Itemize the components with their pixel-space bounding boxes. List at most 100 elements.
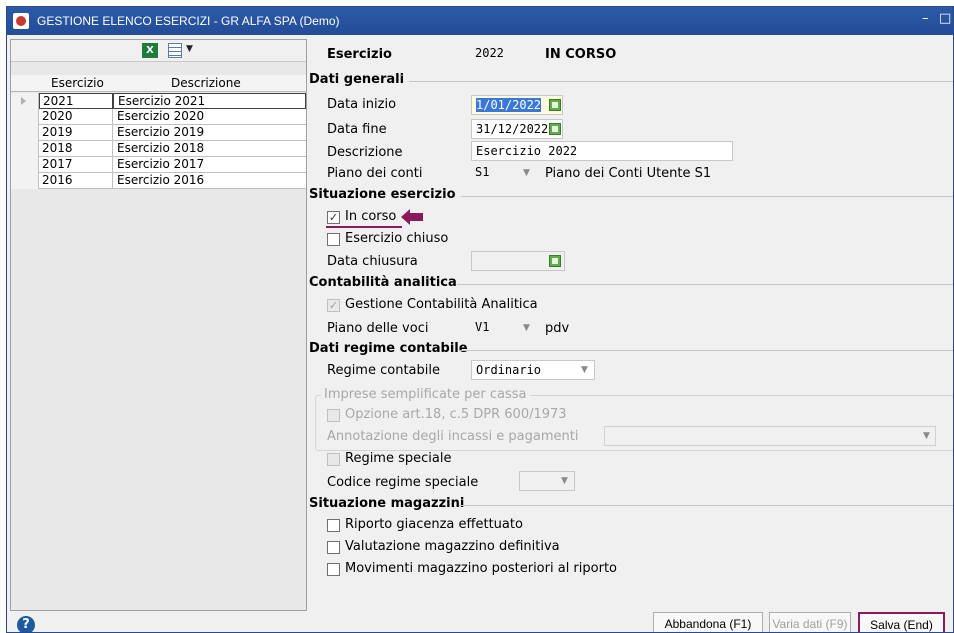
section-divider — [409, 81, 953, 82]
cell-esercizio[interactable]: 2019 — [39, 125, 113, 141]
in-corso-checkbox[interactable]: ✓ — [327, 211, 340, 224]
calendar-icon — [549, 255, 561, 267]
section-dati-generali: Dati generali — [309, 72, 405, 87]
section-situazione-magazzini: Situazione magazzini — [309, 496, 465, 511]
cell-descrizione[interactable]: Esercizio 2021 — [113, 93, 306, 109]
main-window: GESTIONE ELENCO ESERCIZI - GR ALFA SPA (… — [6, 6, 954, 633]
section-dati-regime: Dati regime contabile — [309, 341, 468, 356]
list-toolbar: X ▼ — [11, 40, 306, 62]
section-divider — [459, 505, 953, 506]
esercizio-value: 2022 — [475, 46, 504, 60]
salva-button[interactable]: Salva (End) — [858, 612, 945, 632]
exercise-form: Esercizio 2022 IN CORSO Dati generali Da… — [309, 39, 953, 619]
row-header[interactable] — [11, 125, 39, 141]
window-title: GESTIONE ELENCO ESERCIZI - GR ALFA SPA (… — [37, 14, 340, 28]
descrizione-field[interactable]: Esercizio 2022 — [471, 141, 733, 161]
list-header: Esercizio Descrizione — [11, 75, 306, 92]
help-icon[interactable]: ? — [17, 616, 35, 632]
regime-speciale-checkbox — [327, 453, 340, 466]
regime-speciale-label: Regime speciale — [345, 451, 452, 466]
esercizio-chiuso-checkbox[interactable] — [327, 233, 340, 246]
chevron-down-icon[interactable]: ▼ — [186, 44, 193, 54]
chevron-down-icon[interactable]: ▼ — [581, 365, 588, 375]
cell-esercizio[interactable]: 2021 — [39, 93, 113, 109]
cell-descrizione[interactable]: Esercizio 2016 — [113, 173, 306, 189]
cell-descrizione[interactable]: Esercizio 2018 — [113, 141, 306, 157]
chevron-down-icon[interactable]: ▼ — [523, 323, 530, 333]
data-inizio-value: 1/01/2022 — [476, 98, 542, 112]
piano-conti-description: Piano dei Conti Utente S1 — [545, 166, 712, 181]
riporto-giacenza-checkbox[interactable] — [327, 519, 340, 532]
cell-descrizione[interactable]: Esercizio 2019 — [113, 125, 306, 141]
row-header[interactable] — [11, 93, 39, 109]
annotazione-select — [604, 426, 936, 446]
row-header[interactable] — [11, 157, 39, 173]
cell-descrizione[interactable]: Esercizio 2017 — [113, 157, 306, 173]
table-row[interactable]: 2018 Esercizio 2018 — [11, 141, 306, 157]
excel-export-icon[interactable]: X — [142, 43, 158, 58]
table-row[interactable]: 2021 Esercizio 2021 — [11, 93, 306, 109]
riporto-giacenza-label[interactable]: Riporto giacenza effettuato — [345, 517, 523, 532]
varia-dati-button: Varia dati (F9) — [769, 612, 851, 632]
chevron-down-icon: ▼ — [923, 431, 930, 441]
opzione-art18-label: Opzione art.18, c.5 DPR 600/1973 — [345, 407, 567, 422]
section-divider — [457, 284, 953, 285]
row-header[interactable] — [11, 173, 39, 189]
calendar-icon[interactable] — [549, 99, 561, 111]
highlight-underline — [326, 226, 402, 228]
row-indicator-icon — [21, 97, 26, 105]
section-contabilita-analitica: Contabilità analitica — [309, 275, 457, 290]
data-fine-label: Data fine — [327, 122, 387, 137]
row-header[interactable] — [11, 141, 39, 157]
piano-voci-label: Piano delle voci — [327, 321, 429, 336]
column-header-descrizione[interactable]: Descrizione — [171, 76, 241, 90]
status-badge: IN CORSO — [545, 47, 617, 62]
piano-voci-description: pdv — [545, 321, 570, 336]
gestione-analitica-checkbox: ✓ — [327, 299, 340, 312]
cell-esercizio[interactable]: 2018 — [39, 141, 113, 157]
regime-contabile-select[interactable]: Ordinario — [471, 360, 595, 380]
row-header[interactable] — [11, 109, 39, 125]
table-row[interactable]: 2016 Esercizio 2016 — [11, 173, 306, 189]
annotazione-label: Annotazione degli incassi e pagamenti — [327, 429, 579, 444]
exercises-list-panel: X ▼ Esercizio Descrizione 2021 Esercizio … — [10, 39, 307, 611]
cell-descrizione[interactable]: Esercizio 2020 — [113, 109, 306, 125]
column-header-esercizio[interactable]: Esercizio — [51, 76, 104, 90]
calendar-icon[interactable] — [549, 123, 561, 135]
cell-esercizio[interactable]: 2016 — [39, 173, 113, 189]
esercizio-label: Esercizio — [327, 47, 392, 62]
movimenti-magazzino-checkbox[interactable] — [327, 563, 340, 576]
title-bar: GESTIONE ELENCO ESERCIZI - GR ALFA SPA (… — [7, 7, 953, 35]
abbandona-button[interactable]: Abbandona (F1) — [653, 612, 763, 632]
app-logo-icon — [13, 13, 29, 29]
codice-regime-label: Codice regime speciale — [327, 475, 479, 490]
minimize-button[interactable]: – — [922, 11, 929, 26]
data-chiusura-label: Data chiusura — [327, 254, 418, 269]
chevron-down-icon: ▼ — [561, 476, 568, 486]
section-divider — [461, 196, 953, 197]
section-situazione-esercizio: Situazione esercizio — [309, 187, 456, 202]
movimenti-magazzino-label[interactable]: Movimenti magazzino posteriori al riport… — [345, 561, 617, 576]
cell-esercizio[interactable]: 2017 — [39, 157, 113, 173]
gestione-analitica-label: Gestione Contabilità Analitica — [345, 297, 538, 312]
valutazione-magazzino-checkbox[interactable] — [327, 541, 340, 554]
arrow-left-icon — [401, 209, 423, 225]
grid-settings-icon[interactable] — [168, 43, 182, 58]
maximize-button[interactable]: □ — [939, 11, 951, 26]
opzione-art18-checkbox — [327, 409, 340, 422]
regime-contabile-label: Regime contabile — [327, 363, 440, 378]
piano-conti-label: Piano dei conti — [327, 166, 423, 181]
exercises-table: 2021 Esercizio 2021 2020 Esercizio 2020 2019… — [11, 93, 306, 189]
table-row[interactable]: 2019 Esercizio 2019 — [11, 125, 306, 141]
data-inizio-label: Data inizio — [327, 97, 397, 112]
esercizio-chiuso-label[interactable]: Esercizio chiuso — [345, 231, 448, 246]
imprese-semplificate-title: Imprese semplificate per cassa — [321, 387, 530, 402]
cell-esercizio[interactable]: 2020 — [39, 109, 113, 125]
section-divider — [459, 350, 953, 351]
valutazione-magazzino-label[interactable]: Valutazione magazzino definitiva — [345, 539, 560, 554]
in-corso-label[interactable]: In corso — [345, 209, 396, 224]
table-row[interactable]: 2020 Esercizio 2020 — [11, 109, 306, 125]
descrizione-label: Descrizione — [327, 145, 403, 160]
table-row[interactable]: 2017 Esercizio 2017 — [11, 157, 306, 173]
chevron-down-icon[interactable]: ▼ — [523, 168, 530, 178]
